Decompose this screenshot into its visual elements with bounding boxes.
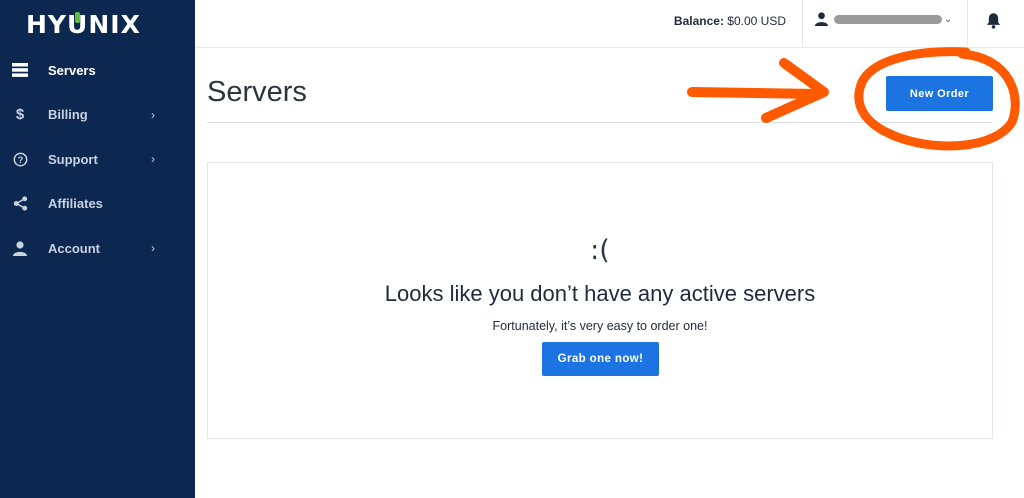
sidebar-item-label: Billing (48, 107, 88, 123)
new-order-button[interactable]: New Order (886, 76, 993, 111)
sidebar: HY U NIX Servers $ Billing › ? Support › A… (0, 0, 195, 498)
share-icon (12, 196, 28, 212)
empty-state-card: :( Looks like you don’t have any active … (207, 162, 993, 439)
server-icon (12, 62, 28, 78)
user-menu[interactable]: ⌄ (815, 12, 952, 26)
sidebar-item-account[interactable]: Account › (0, 226, 195, 271)
sidebar-item-label: Servers (48, 62, 96, 78)
sidebar-item-label: Support (48, 151, 98, 167)
sidebar-item-label: Affiliates (48, 196, 103, 212)
sidebar-item-billing[interactable]: $ Billing › (0, 93, 195, 138)
chevron-right-icon: › (151, 152, 155, 167)
logo-text-accent: U (67, 9, 89, 39)
bell-icon[interactable] (986, 12, 1002, 30)
question-circle-icon: ? (12, 151, 28, 167)
sad-emoticon: :( (590, 235, 610, 266)
sidebar-nav: Servers $ Billing › ? Support › Affiliat… (0, 48, 195, 271)
balance-value: $0.00 USD (727, 14, 786, 28)
topbar-divider (967, 0, 968, 48)
sidebar-item-label: Account (48, 240, 100, 256)
grab-one-now-button[interactable]: Grab one now! (542, 342, 659, 376)
annotation-arrow-icon (687, 58, 829, 123)
user-icon (815, 12, 828, 26)
user-name-redacted (834, 14, 942, 24)
sidebar-item-affiliates[interactable]: Affiliates (0, 182, 195, 227)
hyonix-logo[interactable]: HY U NIX (26, 8, 141, 40)
logo-text: HY (26, 9, 68, 39)
account-balance: Balance: $0.00 USD (674, 14, 786, 28)
page-title: Servers (207, 76, 307, 108)
balance-label: Balance: (673, 14, 724, 28)
sidebar-item-servers[interactable]: Servers (0, 48, 195, 93)
svg-text:?: ? (17, 155, 23, 165)
chevron-right-icon: › (151, 241, 155, 256)
empty-state-heading: Looks like you don’t have any active ser… (384, 281, 816, 306)
sidebar-item-support[interactable]: ? Support › (0, 137, 195, 182)
logo-text: NIX (88, 9, 141, 39)
topbar-divider (802, 0, 803, 48)
title-divider (207, 122, 992, 123)
topbar: Balance: $0.00 USD ⌄ (195, 0, 1024, 48)
empty-state-subtext: Fortunately, it’s very easy to order one… (492, 319, 708, 333)
dollar-icon: $ (15, 106, 25, 124)
user-icon (12, 240, 28, 256)
chevron-down-icon: ⌄ (944, 13, 953, 25)
chevron-right-icon: › (151, 107, 155, 122)
